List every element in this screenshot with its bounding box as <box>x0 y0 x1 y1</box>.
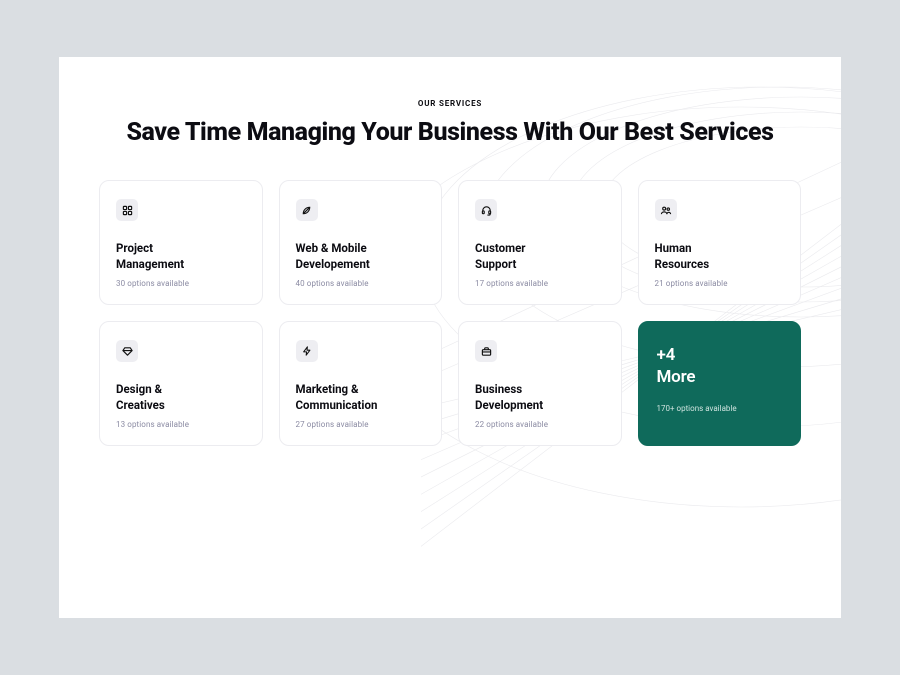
service-card-human-resources[interactable]: Human Resources 21 options available <box>638 180 802 305</box>
bolt-icon <box>296 340 318 362</box>
card-subtitle: 21 options available <box>655 279 785 288</box>
service-card-project-management[interactable]: Project Management 30 options available <box>99 180 263 305</box>
card-title: Customer Support <box>475 241 605 272</box>
service-card-business-development[interactable]: Business Development 22 options availabl… <box>458 321 622 446</box>
card-subtitle: 27 options available <box>296 420 426 429</box>
card-subtitle: 17 options available <box>475 279 605 288</box>
card-title: Business Development <box>475 382 605 413</box>
section-headline: Save Time Managing Your Business With Ou… <box>99 118 801 148</box>
more-title: +4 More <box>657 344 783 388</box>
headset-icon <box>475 199 497 221</box>
card-subtitle: 22 options available <box>475 420 605 429</box>
more-subtitle: 170+ options available <box>657 404 783 413</box>
service-card-more[interactable]: +4 More 170+ options available <box>638 321 802 446</box>
service-card-customer-support[interactable]: Customer Support 17 options available <box>458 180 622 305</box>
services-grid: Project Management 30 options available … <box>99 180 801 446</box>
card-title: Marketing & Communication <box>296 382 426 413</box>
card-title: Project Management <box>116 241 246 272</box>
services-section: OUR SERVICES Save Time Managing Your Bus… <box>59 57 841 618</box>
card-title: Human Resources <box>655 241 785 272</box>
section-eyebrow: OUR SERVICES <box>99 99 801 108</box>
service-card-web-mobile[interactable]: Web & Mobile Developement 40 options ava… <box>279 180 443 305</box>
card-subtitle: 30 options available <box>116 279 246 288</box>
card-subtitle: 13 options available <box>116 420 246 429</box>
card-title: Web & Mobile Developement <box>296 241 426 272</box>
service-card-marketing-communication[interactable]: Marketing & Communication 27 options ava… <box>279 321 443 446</box>
users-icon <box>655 199 677 221</box>
briefcase-icon <box>475 340 497 362</box>
leaf-icon <box>296 199 318 221</box>
service-card-design-creatives[interactable]: Design & Creatives 13 options available <box>99 321 263 446</box>
card-title: Design & Creatives <box>116 382 246 413</box>
diamond-icon <box>116 340 138 362</box>
grid-icon <box>116 199 138 221</box>
card-subtitle: 40 options available <box>296 279 426 288</box>
